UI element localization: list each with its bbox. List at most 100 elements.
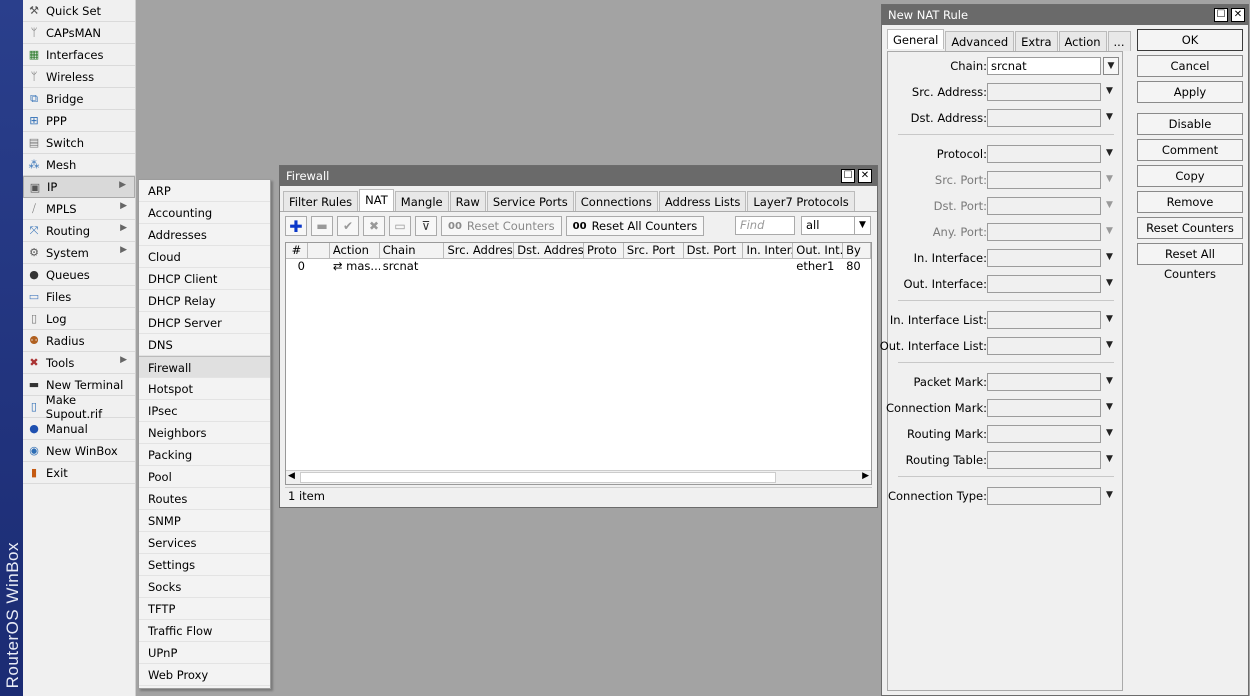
menu-item-wireless[interactable]: ᛘ Wireless xyxy=(23,66,135,88)
tab-general[interactable]: General xyxy=(887,29,945,49)
scroll-right-icon[interactable]: ▶ xyxy=(862,471,869,481)
tab-extra[interactable]: Extra xyxy=(1015,31,1058,51)
chevron-down-icon[interactable]: ▼ xyxy=(1106,454,1113,464)
tab-filter-rules[interactable]: Filter Rules xyxy=(283,191,359,211)
submenu-item-socks[interactable]: Socks xyxy=(139,576,270,598)
column-header[interactable]: Dst. Port xyxy=(684,243,744,258)
submenu-item-settings[interactable]: Settings xyxy=(139,554,270,576)
submenu-item-ipsec[interactable]: IPsec xyxy=(139,400,270,422)
horizontal-scrollbar[interactable]: ◀ ▶ xyxy=(286,470,871,484)
packet-mark-input[interactable] xyxy=(987,373,1101,391)
firewall-title-bar[interactable]: Firewall ☐ ✕ xyxy=(280,166,877,186)
connection-mark-input[interactable] xyxy=(987,399,1101,417)
column-header[interactable]: Proto xyxy=(584,243,624,258)
chevron-down-icon[interactable]: ▼ xyxy=(1106,278,1113,288)
tab-connections[interactable]: Connections xyxy=(574,191,658,211)
find-input[interactable]: Find xyxy=(735,216,795,235)
submenu-item-services[interactable]: Services xyxy=(139,532,270,554)
column-header[interactable]: Src. Port xyxy=(624,243,684,258)
submenu-item-neighbors[interactable]: Neighbors xyxy=(139,422,270,444)
scroll-thumb[interactable] xyxy=(300,472,776,483)
remove-button[interactable]: ▬ xyxy=(311,216,333,236)
submenu-item-dhcp-server[interactable]: DHCP Server xyxy=(139,312,270,334)
dst-port-input[interactable] xyxy=(987,197,1101,215)
comment-button[interactable]: Comment xyxy=(1137,139,1243,161)
menu-item-routing[interactable]: ⤧ Routing ▶ xyxy=(23,220,135,242)
filter-icon[interactable]: ⊽ xyxy=(415,216,437,236)
submenu-item-packing[interactable]: Packing xyxy=(139,444,270,466)
menu-item-queues[interactable]: ● Queues xyxy=(23,264,135,286)
submenu-item-cloud[interactable]: Cloud xyxy=(139,246,270,268)
menu-item-files[interactable]: ▭ Files xyxy=(23,286,135,308)
in-interface-list-input[interactable] xyxy=(987,311,1101,329)
column-header[interactable]: By xyxy=(843,243,872,258)
menu-item-switch[interactable]: ▤ Switch xyxy=(23,132,135,154)
menu-item-make-supout-rif[interactable]: ▯ Make Supout.rif xyxy=(23,393,135,421)
column-header[interactable]: # xyxy=(286,243,308,258)
submenu-item-snmp[interactable]: SNMP xyxy=(139,510,270,532)
reset-all-counters-button[interactable]: 00 Reset All Counters xyxy=(565,216,705,236)
src-address-input[interactable] xyxy=(987,83,1101,101)
chevron-down-icon[interactable]: ▼ xyxy=(1106,314,1113,324)
tab-raw[interactable]: Raw xyxy=(449,191,486,211)
submenu-item-accounting[interactable]: Accounting xyxy=(139,202,270,224)
menu-item-capsman[interactable]: ᛘ CAPsMAN xyxy=(23,22,135,44)
nat-title-bar[interactable]: New NAT Rule ☐ ✕ xyxy=(882,5,1248,25)
remove-button[interactable]: Remove xyxy=(1137,191,1243,213)
menu-item-log[interactable]: ▯ Log xyxy=(23,308,135,330)
submenu-item-dns[interactable]: DNS xyxy=(139,334,270,356)
tab-service-ports[interactable]: Service Ports xyxy=(486,191,574,211)
menu-item-radius[interactable]: ⚉ Radius xyxy=(23,330,135,352)
menu-item-manual[interactable]: ● Manual xyxy=(23,418,135,440)
chevron-down-icon[interactable]: ▼ xyxy=(1106,148,1113,158)
menu-item-tools[interactable]: ✖ Tools ▶ xyxy=(23,352,135,374)
tab-more[interactable]: ... xyxy=(1107,31,1131,51)
tab-advanced[interactable]: Advanced xyxy=(945,31,1015,51)
column-header[interactable]: In. Inter... xyxy=(743,243,794,258)
cancel-button[interactable]: Cancel xyxy=(1137,55,1243,77)
submenu-item-dhcp-client[interactable]: DHCP Client xyxy=(139,268,270,290)
connection-type-input[interactable] xyxy=(987,487,1101,505)
in-interface-input[interactable] xyxy=(987,249,1101,267)
menu-item-mpls[interactable]: ⧸ MPLS ▶ xyxy=(23,198,135,220)
column-header[interactable] xyxy=(308,243,330,258)
apply-button[interactable]: Apply xyxy=(1137,81,1243,103)
column-header[interactable]: Action xyxy=(330,243,380,258)
routing-table-input[interactable] xyxy=(987,451,1101,469)
chevron-down-icon[interactable]: ▼ xyxy=(1106,200,1113,210)
menu-item-bridge[interactable]: ⧉ Bridge xyxy=(23,88,135,110)
src-port-input[interactable] xyxy=(987,171,1101,189)
submenu-item-routes[interactable]: Routes xyxy=(139,488,270,510)
scroll-left-icon[interactable]: ◀ xyxy=(288,471,295,481)
chevron-down-icon[interactable]: ▼ xyxy=(1106,490,1113,500)
tab-layer7-protocols[interactable]: Layer7 Protocols xyxy=(747,191,855,211)
close-button[interactable]: ✕ xyxy=(1231,8,1245,22)
protocol-input[interactable] xyxy=(987,145,1101,163)
any-port-input[interactable] xyxy=(987,223,1101,241)
disable-button[interactable]: ✖ xyxy=(363,216,385,236)
tab-address-lists[interactable]: Address Lists xyxy=(658,191,747,211)
reset-all-counters-button[interactable]: Reset All Counters xyxy=(1137,243,1243,281)
out-interface-input[interactable] xyxy=(987,275,1101,293)
add-button[interactable]: ✚ xyxy=(285,216,307,236)
menu-item-system[interactable]: ⚙ System ▶ xyxy=(23,242,135,264)
routing-mark-input[interactable] xyxy=(987,425,1101,443)
out-interface-list-input[interactable] xyxy=(987,337,1101,355)
chevron-down-icon[interactable]: ▼ xyxy=(1106,86,1113,96)
menu-item-interfaces[interactable]: ▦ Interfaces xyxy=(23,44,135,66)
menu-item-quick-set[interactable]: ⚒ Quick Set xyxy=(23,0,135,22)
submenu-item-addresses[interactable]: Addresses xyxy=(139,224,270,246)
chevron-down-icon[interactable]: ▼ xyxy=(1106,226,1113,236)
reset-counters-button[interactable]: Reset Counters xyxy=(1137,217,1243,239)
chevron-down-icon[interactable]: ▼ xyxy=(1106,174,1113,184)
close-button[interactable]: ✕ xyxy=(858,169,872,183)
submenu-item-dhcp-relay[interactable]: DHCP Relay xyxy=(139,290,270,312)
submenu-item-firewall[interactable]: Firewall xyxy=(139,356,270,378)
menu-item-new-winbox[interactable]: ◉ New WinBox xyxy=(23,440,135,462)
tab-nat[interactable]: NAT xyxy=(359,189,394,211)
comment-button[interactable]: ▭ xyxy=(389,216,411,236)
maximize-button[interactable]: ☐ xyxy=(1214,8,1228,22)
column-header[interactable]: Dst. Address xyxy=(514,243,584,258)
submenu-item-traffic-flow[interactable]: Traffic Flow xyxy=(139,620,270,642)
column-header[interactable]: Src. Address xyxy=(444,243,515,258)
